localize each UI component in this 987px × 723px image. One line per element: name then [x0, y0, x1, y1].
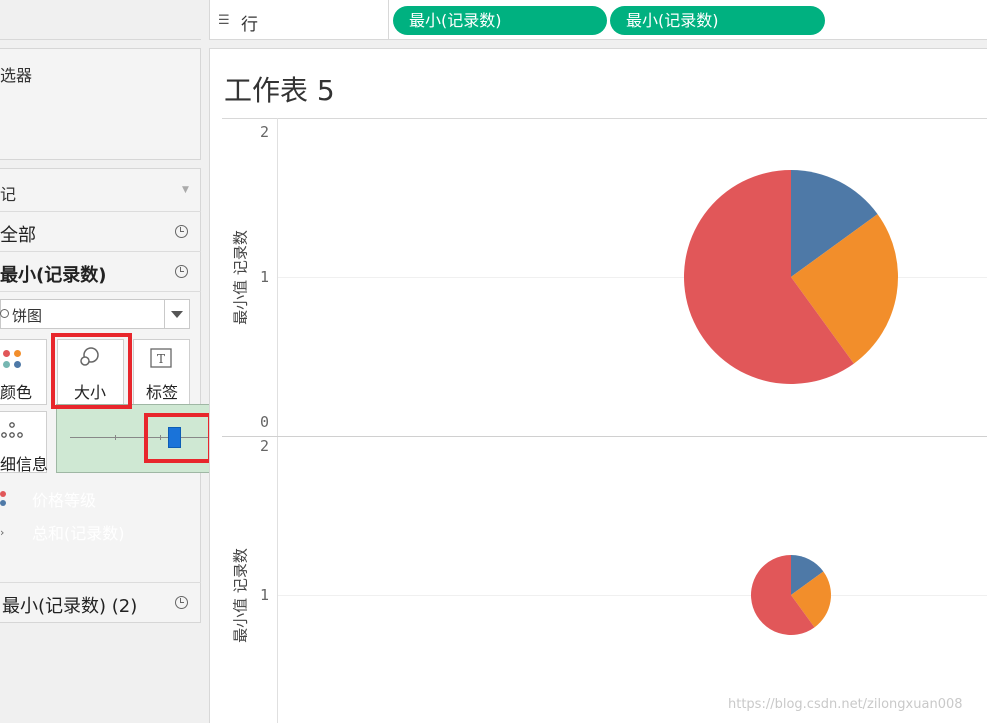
y-tick-label: 2 [260, 123, 270, 141]
color-field-pill[interactable]: 价格等级 [16, 487, 185, 515]
worksheet-view [209, 48, 987, 723]
color-button-label: 颜色 [0, 383, 33, 402]
y-axis-title: 最小值 记录数 [231, 548, 250, 643]
chevron-down-icon[interactable]: ▼ [182, 185, 189, 195]
pie-icon [0, 309, 9, 318]
watermark: https://blog.csdn.net/zilongxuan008 [728, 697, 963, 712]
toolbar-left-empty [0, 0, 201, 40]
color-dots-icon [0, 491, 6, 497]
color-dots-icon [3, 361, 10, 368]
y-tick-label: 1 [260, 268, 270, 286]
slider-tick [115, 435, 116, 440]
rows-shelf-label: 行 [241, 15, 258, 35]
filters-card-title: 选器 [0, 66, 33, 85]
rows-pill[interactable]: 最小(记录数) [393, 6, 607, 35]
color-dots-icon [14, 361, 21, 368]
divider [0, 251, 201, 252]
rows-pill[interactable]: 最小(记录数) [610, 6, 825, 35]
color-dots-icon [14, 350, 21, 357]
text-icon: T [150, 348, 172, 368]
angle-field-pill[interactable]: 总和(记录数) [16, 520, 185, 548]
gridline [278, 595, 987, 596]
sheet-title: 工作表 5 [224, 74, 335, 107]
rows-shelf-label-cell [209, 0, 389, 40]
marks-card-min-records[interactable]: 最小(记录数) [0, 261, 106, 287]
mark-type-value: 饼图 [12, 307, 43, 325]
marks-card-title: 记 [0, 185, 17, 204]
highlight-box [144, 413, 212, 463]
angle-icon: › [0, 526, 5, 539]
gridline [278, 277, 987, 278]
divider [0, 582, 201, 583]
color-dots-icon [0, 500, 6, 506]
y-axis-title: 最小值 记录数 [231, 230, 250, 325]
color-dots-icon [3, 350, 10, 357]
list-icon: ☰ [218, 13, 230, 28]
detail-dots-icon [1, 422, 23, 438]
y-tick-label: 0 [260, 413, 270, 431]
divider [0, 211, 201, 212]
caret-down-icon [171, 311, 183, 318]
pane-divider [222, 436, 987, 437]
divider [0, 291, 201, 292]
marks-card-all[interactable]: 全部 [0, 221, 36, 247]
marks-card-min-records-2[interactable]: 最小(记录数) (2) [2, 592, 137, 618]
y-tick-label: 1 [260, 586, 270, 604]
svg-text:T: T [157, 352, 165, 366]
y-tick-label: 2 [260, 437, 270, 455]
clock-icon[interactable] [175, 225, 188, 238]
label-button-label: 标签 [146, 383, 179, 402]
clock-icon[interactable] [175, 596, 188, 609]
clock-icon[interactable] [175, 265, 188, 278]
highlight-box [51, 333, 132, 409]
detail-button-label: 细信息 [0, 455, 49, 474]
title-divider [222, 118, 987, 119]
y-axis-line [277, 118, 278, 723]
